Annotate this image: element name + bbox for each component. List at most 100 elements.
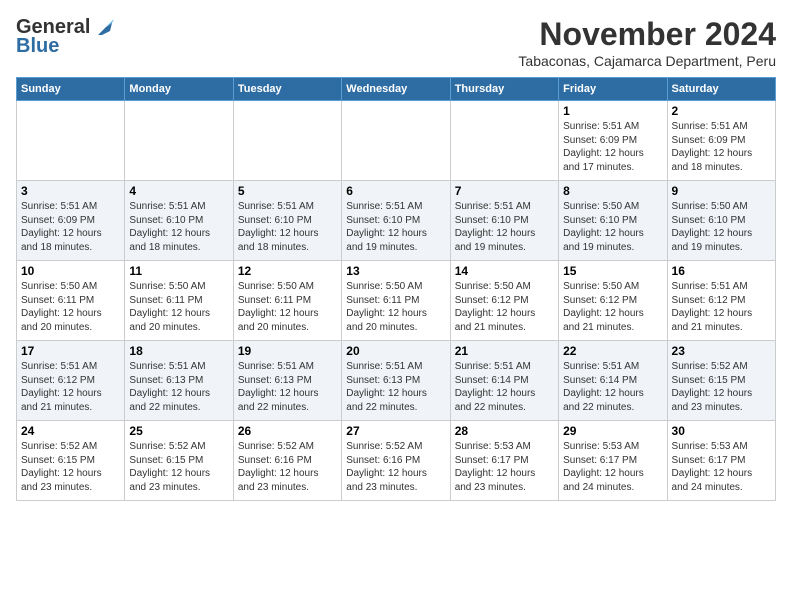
day-number: 13 bbox=[346, 264, 445, 278]
header-tuesday: Tuesday bbox=[233, 78, 341, 101]
day-info: Sunrise: 5:51 AM Sunset: 6:09 PM Dayligh… bbox=[21, 200, 120, 254]
day-cell: 16Sunrise: 5:51 AM Sunset: 6:12 PM Dayli… bbox=[667, 261, 775, 341]
day-number: 14 bbox=[455, 264, 554, 278]
day-cell: 20 Sunrise: 5:51 AM Sunset: 6:13 PM Dayli… bbox=[342, 341, 450, 421]
day-info: Sunrise: 5:51 AM Sunset: 6:13 PM Dayligh… bbox=[129, 360, 228, 414]
day-cell: 18 Sunrise: 5:51 AM Sunset: 6:13 PM Dayli… bbox=[125, 341, 233, 421]
logo-blue-text: Blue bbox=[16, 35, 59, 58]
day-number: 9 bbox=[672, 184, 771, 198]
header-monday: Monday bbox=[125, 78, 233, 101]
day-cell: 19Sunrise: 5:51 AM Sunset: 6:13 PM Dayli… bbox=[233, 341, 341, 421]
day-number: 26 bbox=[238, 424, 337, 438]
day-cell: 25 Sunrise: 5:52 AM Sunset: 6:15 PM Dayli… bbox=[125, 421, 233, 501]
day-number: 1 bbox=[563, 104, 662, 118]
day-info: Sunrise: 5:52 AM Sunset: 6:15 PM Dayligh… bbox=[672, 360, 771, 414]
day-number: 24 bbox=[21, 424, 120, 438]
day-info: Sunrise: 5:53 AM Sunset: 6:17 PM Dayligh… bbox=[455, 440, 554, 494]
day-info: Sunrise: 5:52 AM Sunset: 6:15 PM Dayligh… bbox=[129, 440, 228, 494]
day-number: 19 bbox=[238, 344, 337, 358]
day-info: Sunrise: 5:51 AM Sunset: 6:10 PM Dayligh… bbox=[238, 200, 337, 254]
day-cell: 23Sunrise: 5:52 AM Sunset: 6:15 PM Dayli… bbox=[667, 341, 775, 421]
day-info: Sunrise: 5:50 AM Sunset: 6:11 PM Dayligh… bbox=[346, 280, 445, 334]
day-info: Sunrise: 5:51 AM Sunset: 6:14 PM Dayligh… bbox=[563, 360, 662, 414]
day-cell: 9 Sunrise: 5:50 AM Sunset: 6:10 PM Daylig… bbox=[667, 181, 775, 261]
day-cell: 12 Sunrise: 5:50 AM Sunset: 6:11 PM Dayli… bbox=[233, 261, 341, 341]
day-number: 28 bbox=[455, 424, 554, 438]
day-number: 10 bbox=[21, 264, 120, 278]
day-cell: 11Sunrise: 5:50 AM Sunset: 6:11 PM Dayli… bbox=[125, 261, 233, 341]
day-info: Sunrise: 5:51 AM Sunset: 6:10 PM Dayligh… bbox=[455, 200, 554, 254]
header-wednesday: Wednesday bbox=[342, 78, 450, 101]
day-number: 29 bbox=[563, 424, 662, 438]
day-info: Sunrise: 5:51 AM Sunset: 6:10 PM Dayligh… bbox=[346, 200, 445, 254]
day-cell: 10 Sunrise: 5:50 AM Sunset: 6:11 PM Dayli… bbox=[17, 261, 125, 341]
header-friday: Friday bbox=[559, 78, 667, 101]
day-info: Sunrise: 5:53 AM Sunset: 6:17 PM Dayligh… bbox=[563, 440, 662, 494]
page-header: General Blue November 2024 Tabaconas, Ca… bbox=[16, 16, 776, 69]
day-cell: 8 Sunrise: 5:50 AM Sunset: 6:10 PM Daylig… bbox=[559, 181, 667, 261]
location-title: Tabaconas, Cajamarca Department, Peru bbox=[518, 53, 776, 69]
day-cell bbox=[233, 101, 341, 181]
day-cell: 5Sunrise: 5:51 AM Sunset: 6:10 PM Daylig… bbox=[233, 181, 341, 261]
day-info: Sunrise: 5:50 AM Sunset: 6:12 PM Dayligh… bbox=[563, 280, 662, 334]
day-cell: 26 Sunrise: 5:52 AM Sunset: 6:16 PM Dayli… bbox=[233, 421, 341, 501]
day-cell bbox=[342, 101, 450, 181]
day-number: 4 bbox=[129, 184, 228, 198]
day-number: 18 bbox=[129, 344, 228, 358]
day-cell: 29 Sunrise: 5:53 AM Sunset: 6:17 PM Dayli… bbox=[559, 421, 667, 501]
day-cell: 30 Sunrise: 5:53 AM Sunset: 6:17 PM Dayli… bbox=[667, 421, 775, 501]
day-info: Sunrise: 5:51 AM Sunset: 6:09 PM Dayligh… bbox=[563, 120, 662, 174]
title-area: November 2024 Tabaconas, Cajamarca Depar… bbox=[518, 16, 776, 69]
day-cell: 14 Sunrise: 5:50 AM Sunset: 6:12 PM Dayli… bbox=[450, 261, 558, 341]
day-cell: 4 Sunrise: 5:51 AM Sunset: 6:10 PM Daylig… bbox=[125, 181, 233, 261]
day-info: Sunrise: 5:50 AM Sunset: 6:11 PM Dayligh… bbox=[129, 280, 228, 334]
header-saturday: Saturday bbox=[667, 78, 775, 101]
day-info: Sunrise: 5:50 AM Sunset: 6:10 PM Dayligh… bbox=[563, 200, 662, 254]
day-info: Sunrise: 5:50 AM Sunset: 6:12 PM Dayligh… bbox=[455, 280, 554, 334]
day-cell: 3 Sunrise: 5:51 AM Sunset: 6:09 PM Daylig… bbox=[17, 181, 125, 261]
day-number: 25 bbox=[129, 424, 228, 438]
calendar-table: SundayMondayTuesdayWednesdayThursdayFrid… bbox=[16, 77, 776, 501]
day-cell: 7 Sunrise: 5:51 AM Sunset: 6:10 PM Daylig… bbox=[450, 181, 558, 261]
header-sunday: Sunday bbox=[17, 78, 125, 101]
header-thursday: Thursday bbox=[450, 78, 558, 101]
week-row-1: 3 Sunrise: 5:51 AM Sunset: 6:09 PM Daylig… bbox=[17, 181, 776, 261]
day-number: 7 bbox=[455, 184, 554, 198]
day-info: Sunrise: 5:50 AM Sunset: 6:11 PM Dayligh… bbox=[21, 280, 120, 334]
day-number: 15 bbox=[563, 264, 662, 278]
day-info: Sunrise: 5:51 AM Sunset: 6:14 PM Dayligh… bbox=[455, 360, 554, 414]
day-number: 21 bbox=[455, 344, 554, 358]
month-title: November 2024 bbox=[518, 16, 776, 53]
day-number: 22 bbox=[563, 344, 662, 358]
day-number: 3 bbox=[21, 184, 120, 198]
day-info: Sunrise: 5:51 AM Sunset: 6:13 PM Dayligh… bbox=[346, 360, 445, 414]
day-cell: 28 Sunrise: 5:53 AM Sunset: 6:17 PM Dayli… bbox=[450, 421, 558, 501]
day-number: 6 bbox=[346, 184, 445, 198]
day-info: Sunrise: 5:52 AM Sunset: 6:16 PM Dayligh… bbox=[238, 440, 337, 494]
week-row-3: 17Sunrise: 5:51 AM Sunset: 6:12 PM Dayli… bbox=[17, 341, 776, 421]
day-cell: 15 Sunrise: 5:50 AM Sunset: 6:12 PM Dayli… bbox=[559, 261, 667, 341]
day-number: 2 bbox=[672, 104, 771, 118]
day-info: Sunrise: 5:50 AM Sunset: 6:10 PM Dayligh… bbox=[672, 200, 771, 254]
logo: General Blue bbox=[16, 16, 114, 58]
week-row-0: 1 Sunrise: 5:51 AM Sunset: 6:09 PM Daylig… bbox=[17, 101, 776, 181]
day-number: 8 bbox=[563, 184, 662, 198]
day-cell: 17Sunrise: 5:51 AM Sunset: 6:12 PM Dayli… bbox=[17, 341, 125, 421]
day-cell bbox=[125, 101, 233, 181]
day-cell bbox=[450, 101, 558, 181]
day-info: Sunrise: 5:53 AM Sunset: 6:17 PM Dayligh… bbox=[672, 440, 771, 494]
day-number: 30 bbox=[672, 424, 771, 438]
day-info: Sunrise: 5:50 AM Sunset: 6:11 PM Dayligh… bbox=[238, 280, 337, 334]
day-number: 12 bbox=[238, 264, 337, 278]
day-info: Sunrise: 5:52 AM Sunset: 6:16 PM Dayligh… bbox=[346, 440, 445, 494]
day-info: Sunrise: 5:52 AM Sunset: 6:15 PM Dayligh… bbox=[21, 440, 120, 494]
day-number: 20 bbox=[346, 344, 445, 358]
day-cell: 2 Sunrise: 5:51 AM Sunset: 6:09 PM Daylig… bbox=[667, 101, 775, 181]
day-number: 27 bbox=[346, 424, 445, 438]
day-cell: 24 Sunrise: 5:52 AM Sunset: 6:15 PM Dayli… bbox=[17, 421, 125, 501]
day-info: Sunrise: 5:51 AM Sunset: 6:10 PM Dayligh… bbox=[129, 200, 228, 254]
day-info: Sunrise: 5:51 AM Sunset: 6:09 PM Dayligh… bbox=[672, 120, 771, 174]
week-row-4: 24 Sunrise: 5:52 AM Sunset: 6:15 PM Dayli… bbox=[17, 421, 776, 501]
day-cell bbox=[17, 101, 125, 181]
day-cell: 21 Sunrise: 5:51 AM Sunset: 6:14 PM Dayli… bbox=[450, 341, 558, 421]
